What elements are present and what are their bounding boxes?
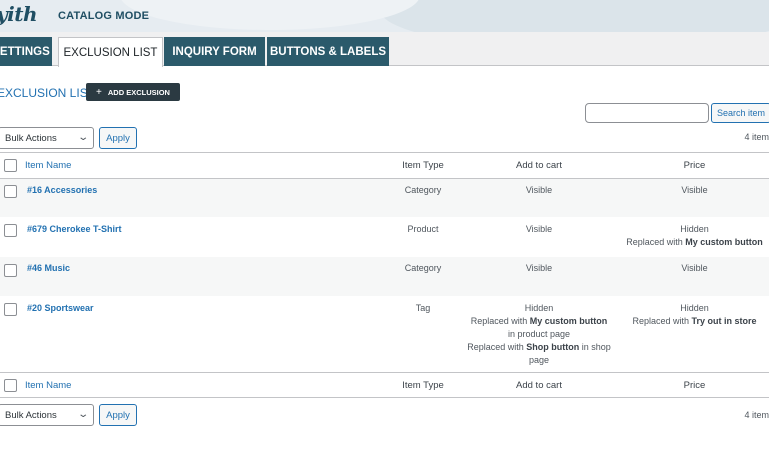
price-status: Hidden bbox=[680, 224, 709, 234]
price-status: Hidden bbox=[680, 303, 709, 313]
item-type: Tag bbox=[415, 303, 431, 313]
chevron-down-icon: ⌄ bbox=[76, 132, 89, 143]
cart-replacement-shop: Replaced with Shop button in shop bbox=[459, 341, 619, 354]
plugin-title: CATALOG MODE bbox=[58, 10, 150, 22]
item-type: Category bbox=[404, 263, 442, 273]
row-checkbox[interactable] bbox=[4, 303, 17, 316]
apply-button[interactable]: Apply bbox=[99, 127, 137, 149]
column-price: Price bbox=[683, 160, 706, 171]
column-item-name[interactable]: Item Name bbox=[25, 160, 71, 171]
column-item-name[interactable]: Item Name bbox=[25, 380, 71, 391]
select-all-checkbox[interactable] bbox=[4, 379, 17, 392]
replacement-button-name: My custom button bbox=[685, 237, 763, 247]
add-to-cart-cell: Visible bbox=[459, 262, 619, 275]
price-cell: Visible bbox=[622, 184, 767, 197]
column-add-to-cart: Add to cart bbox=[516, 160, 562, 171]
table-bottom-border bbox=[0, 397, 769, 398]
price-cell: Hidden Replaced with My custom button bbox=[622, 223, 767, 249]
price-status: Visible bbox=[681, 263, 708, 273]
cart-replacement-product: Replaced with My custom button bbox=[459, 315, 619, 328]
table-header: Item Name Item Type Add to cart Price bbox=[0, 153, 769, 178]
add-exclusion-label: ADD EXCLUSION bbox=[107, 87, 170, 97]
replacement-button-name: My custom button bbox=[529, 316, 608, 326]
row-checkbox[interactable] bbox=[4, 264, 17, 277]
replacement-context: page bbox=[528, 355, 550, 365]
add-exclusion-button[interactable]: + ADD EXCLUSION bbox=[86, 83, 180, 101]
row-checkbox[interactable] bbox=[4, 224, 17, 237]
replacement-context: in shop bbox=[579, 342, 611, 352]
table-row: #679 Cherokee T-Shirt Product Visible Hi… bbox=[0, 217, 769, 257]
item-name-link[interactable]: #20 Sportswear bbox=[27, 303, 94, 313]
replacement-prefix: Replaced with bbox=[467, 342, 527, 352]
column-price: Price bbox=[683, 380, 706, 391]
plus-icon: + bbox=[96, 86, 102, 98]
replacement-prefix: Replaced with bbox=[626, 237, 686, 247]
item-name-link[interactable]: #16 Accessories bbox=[27, 185, 97, 195]
tab-exclusion-list[interactable]: EXCLUSION LIST bbox=[58, 37, 163, 67]
bulk-actions-value: Bulk Actions bbox=[5, 409, 57, 421]
cart-status: Visible bbox=[525, 263, 553, 273]
tab-settings[interactable]: SETTINGS bbox=[0, 37, 52, 66]
cart-status: Visible bbox=[525, 185, 553, 195]
price-cell: Hidden Replaced with Try out in store bbox=[622, 302, 767, 328]
cart-status: Visible bbox=[525, 224, 553, 234]
table-footer: Item Name Item Type Add to cart Price bbox=[0, 373, 769, 398]
price-cell: Visible bbox=[622, 262, 767, 275]
header-decoration bbox=[380, 0, 769, 32]
bulk-actions-value: Bulk Actions bbox=[5, 132, 57, 144]
table-row: #46 Music Category Visible Visible bbox=[0, 257, 769, 296]
column-add-to-cart: Add to cart bbox=[516, 380, 562, 391]
header-decoration bbox=[120, 0, 420, 30]
replacement-button-name: Shop button bbox=[526, 342, 580, 352]
bulk-actions-select[interactable]: Bulk Actions ⌄ bbox=[0, 404, 94, 426]
replacement-prefix: Replaced with bbox=[470, 316, 530, 326]
search-input[interactable] bbox=[585, 103, 709, 123]
cart-status: Hidden bbox=[524, 303, 554, 313]
replacement-prefix: Replaced with bbox=[632, 316, 692, 326]
item-name-link[interactable]: #679 Cherokee T-Shirt bbox=[27, 224, 122, 234]
tab-inquiry-form[interactable]: INQUIRY FORM bbox=[164, 37, 265, 66]
exclusion-table: Item Name Item Type Add to cart Price #1… bbox=[0, 152, 769, 398]
add-to-cart-cell: Hidden Replaced with My custom button in… bbox=[459, 302, 619, 367]
chevron-down-icon: ⌄ bbox=[76, 409, 89, 420]
bulk-actions-select[interactable]: Bulk Actions ⌄ bbox=[0, 127, 94, 149]
item-count: 4 item bbox=[744, 410, 769, 420]
add-to-cart-cell: Visible bbox=[459, 184, 619, 197]
apply-button[interactable]: Apply bbox=[99, 404, 137, 426]
search-button[interactable]: Search item bbox=[711, 103, 769, 123]
table-row: #20 Sportswear Tag Hidden Replaced with … bbox=[0, 296, 769, 372]
plugin-header: yith CATALOG MODE bbox=[0, 0, 769, 32]
yith-logo: yith bbox=[0, 2, 38, 26]
tab-buttons-labels[interactable]: BUTTONS & LABELS bbox=[267, 37, 389, 66]
item-type: Category bbox=[404, 185, 442, 195]
price-replacement: Replaced with My custom button bbox=[622, 236, 767, 249]
section-title: EXCLUSION LIST bbox=[0, 86, 96, 100]
add-to-cart-cell: Visible bbox=[459, 223, 619, 236]
price-status: Visible bbox=[681, 185, 708, 195]
item-name-link[interactable]: #46 Music bbox=[27, 263, 70, 273]
item-count: 4 item bbox=[744, 132, 769, 142]
replacement-button-name: Try out in store bbox=[691, 316, 757, 326]
table-row: #16 Accessories Category Visible Visible bbox=[0, 179, 769, 217]
column-item-type: Item Type bbox=[402, 160, 444, 171]
item-type: Product bbox=[407, 224, 439, 234]
tab-bar: SETTINGS EXCLUSION LIST INQUIRY FORM BUT… bbox=[0, 32, 769, 67]
replacement-context: in product page bbox=[507, 329, 571, 339]
column-item-type: Item Type bbox=[402, 380, 444, 391]
price-replacement: Replaced with Try out in store bbox=[622, 315, 767, 328]
select-all-checkbox[interactable] bbox=[4, 159, 17, 172]
row-checkbox[interactable] bbox=[4, 185, 17, 198]
